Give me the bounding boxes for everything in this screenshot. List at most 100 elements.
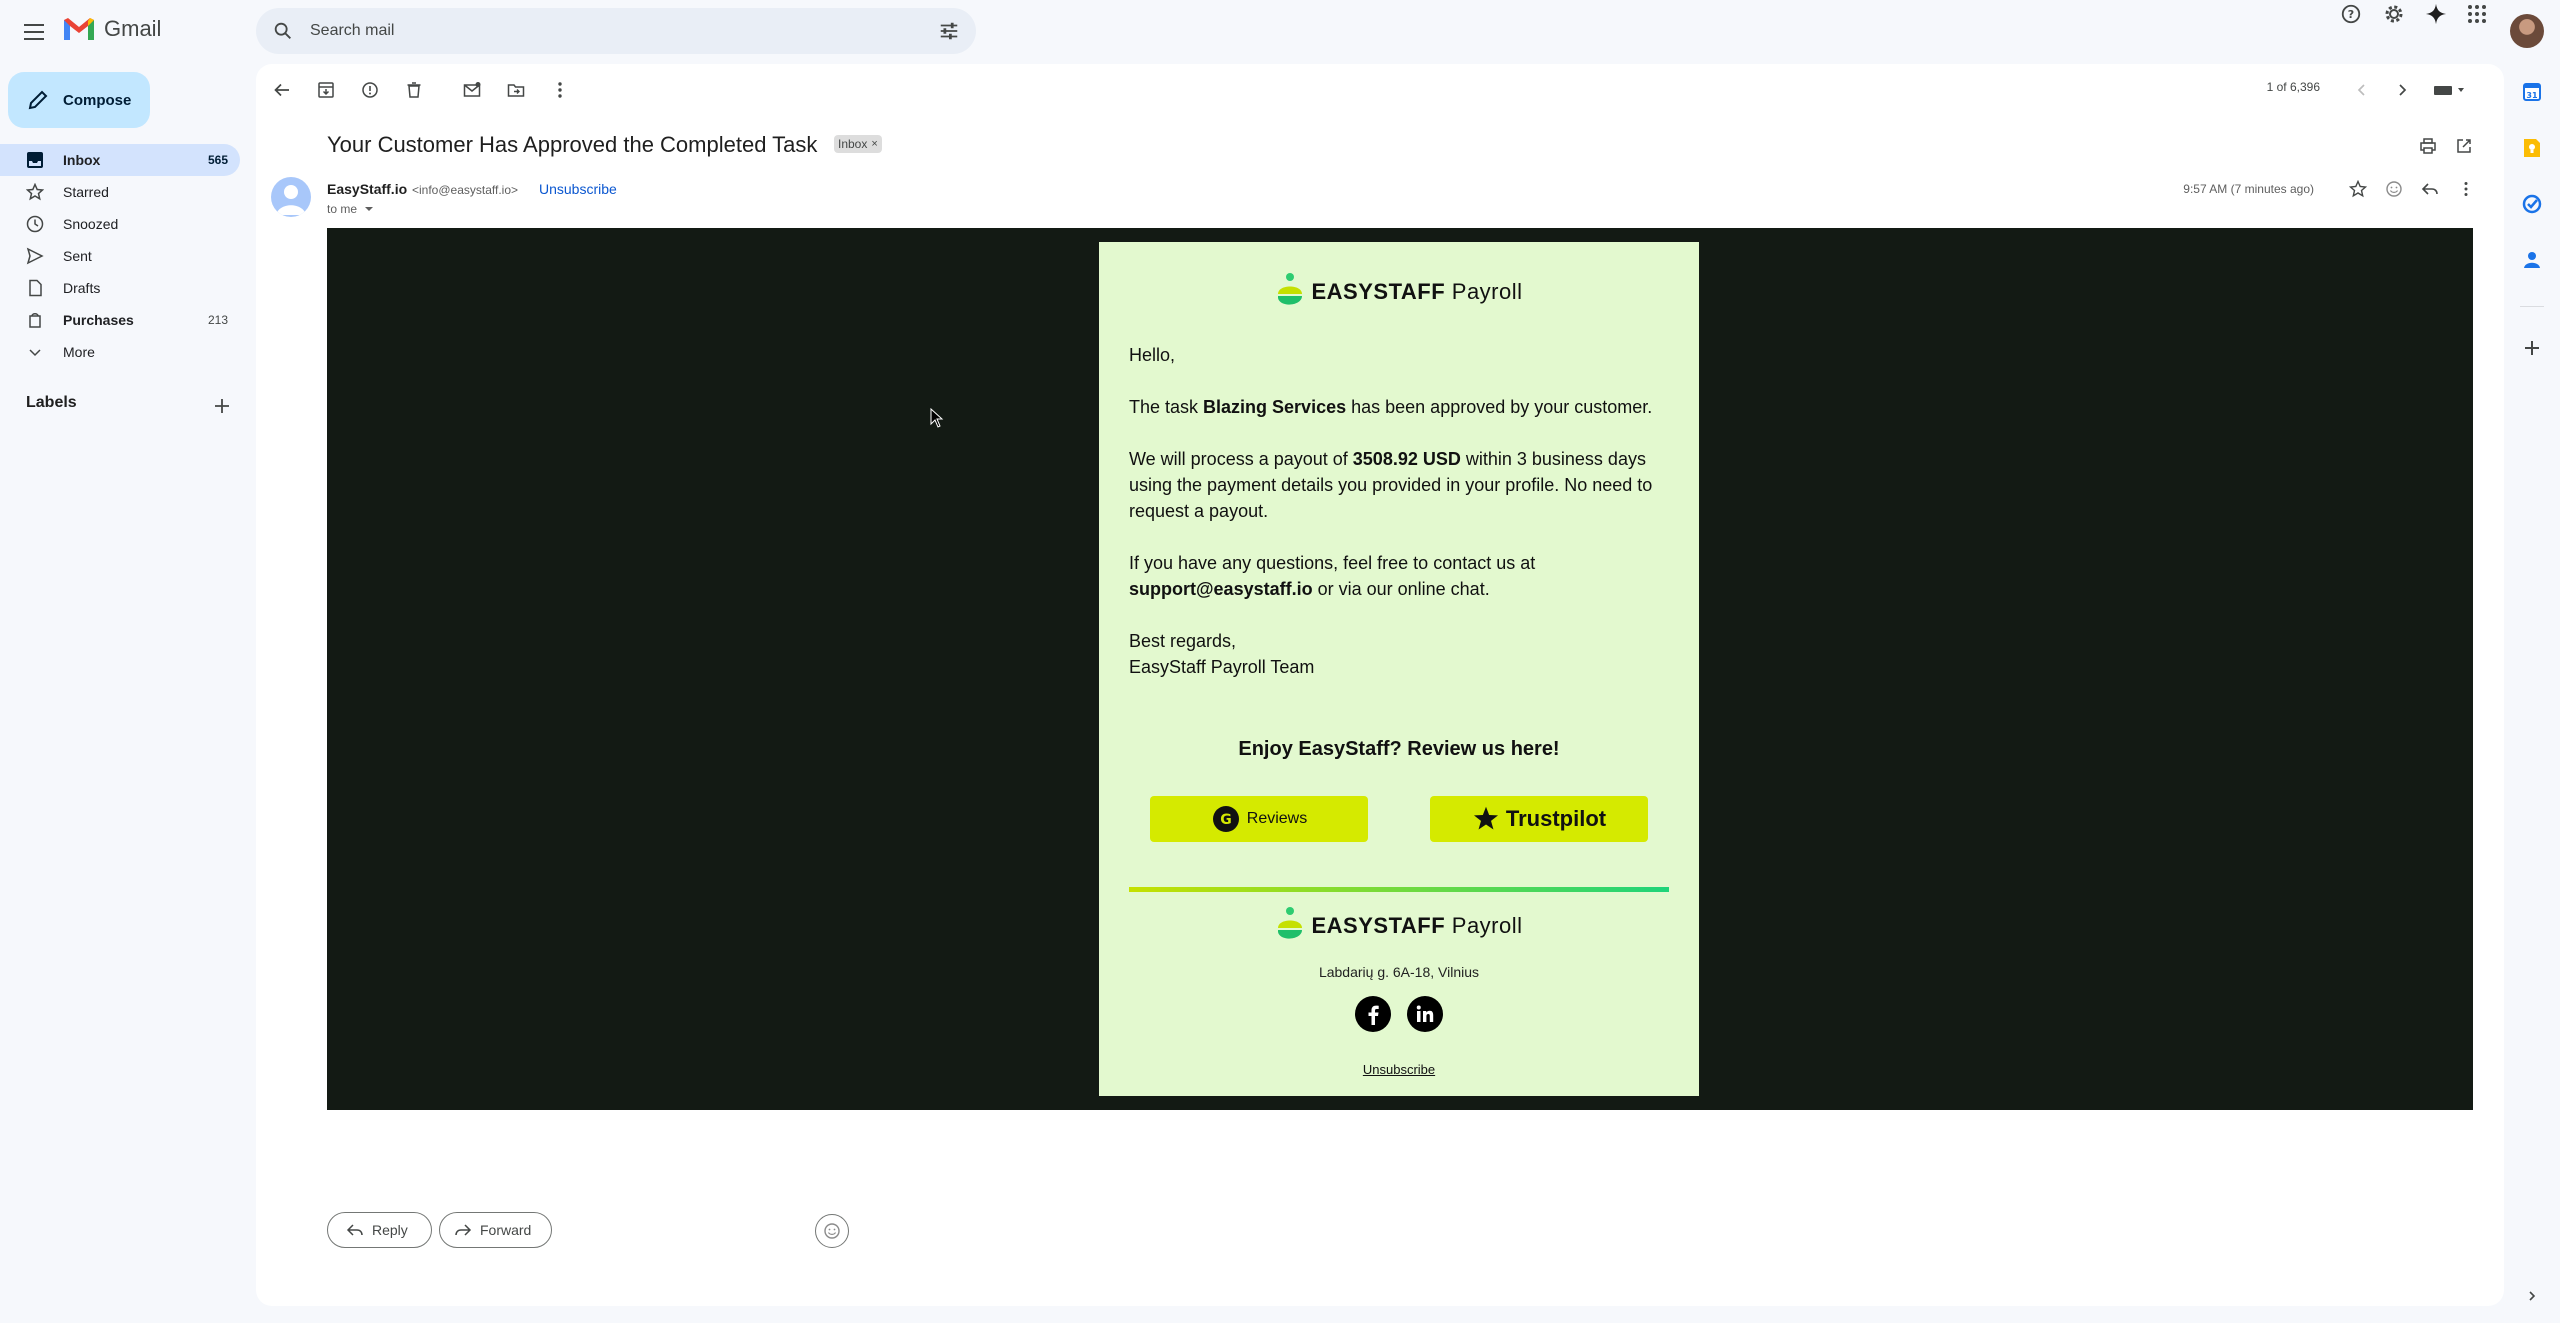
inbox-label-chip[interactable]: Inbox × [834, 135, 882, 153]
signature: EasyStaff Payroll Team [1129, 657, 1315, 677]
sidebar-item-label: Snoozed [63, 216, 119, 232]
top-bar: Gmail Search mail ? [0, 0, 2560, 64]
app-name: Gmail [104, 16, 162, 41]
sender-name[interactable]: EasyStaff.io [327, 181, 407, 197]
contact-paragraph: If you have any questions, feel free to … [1129, 550, 1674, 602]
linkedin-icon[interactable] [1407, 996, 1443, 1032]
support-email[interactable]: support@easystaff.io [1129, 579, 1313, 599]
search-input[interactable]: Search mail [310, 22, 394, 40]
reply-icon [346, 1224, 363, 1236]
apps-grid-icon[interactable] [2463, 0, 2491, 28]
newer-chevron-left-icon[interactable] [2350, 78, 2374, 102]
sidebar-item-sent[interactable]: Sent [0, 240, 240, 272]
sidebar-item-label: Starred [63, 184, 109, 200]
text: has been approved by your customer. [1346, 397, 1653, 417]
get-addons-plus-icon[interactable] [2520, 336, 2544, 360]
contacts-app-icon[interactable] [2520, 248, 2544, 272]
g2-reviews-button[interactable]: G Reviews [1150, 796, 1368, 842]
labels-heading: Labels [26, 394, 77, 411]
caret-down-icon [365, 207, 374, 211]
recipients-dropdown[interactable]: to me [327, 202, 374, 216]
search-options-icon[interactable] [938, 20, 960, 42]
sidebar-item-snoozed[interactable]: Snoozed [0, 208, 240, 240]
tasks-app-icon[interactable] [2520, 192, 2544, 216]
trustpilot-button[interactable]: Trustpilot [1430, 796, 1648, 842]
email-subject: Your Customer Has Approved the Completed… [327, 132, 818, 157]
compose-button[interactable]: Compose [8, 72, 150, 128]
easystaff-mark-icon [1278, 273, 1303, 305]
search-bar[interactable]: Search mail [256, 8, 976, 54]
forward-button[interactable]: Forward [439, 1212, 552, 1248]
sidebar-nav: Inbox 565 Starred Snoozed Sent Drafts Pu… [0, 144, 240, 368]
help-icon[interactable]: ? [2337, 0, 2365, 28]
older-chevron-right-icon[interactable] [2390, 78, 2414, 102]
report-spam-icon[interactable] [358, 78, 382, 102]
star-toggle-icon[interactable] [2346, 177, 2370, 201]
sidebar-item-purchases[interactable]: Purchases 213 [0, 304, 240, 336]
sidebar-item-label: Purchases [63, 312, 134, 328]
draft-icon [29, 279, 42, 297]
calendar-app-icon[interactable]: 31 [2520, 80, 2544, 104]
mark-unread-icon[interactable] [460, 78, 484, 102]
input-tools-keyboard-icon[interactable] [2432, 78, 2468, 102]
print-icon[interactable] [2416, 134, 2440, 158]
sidebar-item-label: More [63, 344, 95, 360]
approval-paragraph: The task Blazing Services has been appro… [1129, 394, 1674, 420]
search-icon[interactable] [272, 20, 294, 42]
brand-name: EASYSTAFF [1311, 279, 1446, 304]
brand-name: EASYSTAFF [1311, 913, 1446, 938]
trustpilot-star-icon [1473, 806, 1498, 830]
task-name: Blazing Services [1203, 397, 1347, 417]
text: If you have any questions, feel free to … [1129, 553, 1536, 573]
forward-label: Forward [480, 1222, 532, 1238]
smiley-icon [824, 1223, 840, 1239]
trustpilot-label: Trustpilot [1505, 806, 1607, 831]
archive-icon[interactable] [314, 78, 338, 102]
gemini-sparkle-icon[interactable] [2422, 0, 2450, 28]
settings-gear-icon[interactable] [2380, 0, 2408, 28]
easystaff-logo: EASYSTAFF Payroll [1099, 272, 1699, 312]
sender-email: <info@easystaff.io> [412, 183, 519, 197]
text: or via our online chat. [1312, 579, 1490, 599]
open-new-window-icon[interactable] [2452, 134, 2476, 158]
send-icon [26, 247, 44, 265]
brand-suffix: Payroll [1451, 913, 1523, 938]
easystaff-mark-icon [1278, 907, 1303, 939]
g2-logo-icon: G [1212, 806, 1239, 832]
recipients-label: to me [327, 202, 358, 216]
show-side-panel-chevron-icon[interactable] [2520, 1284, 2544, 1308]
back-arrow-icon[interactable] [270, 78, 294, 102]
unread-count: 213 [207, 313, 228, 327]
sidebar-item-label: Drafts [63, 280, 101, 296]
footer-unsubscribe-link[interactable]: Unsubscribe [1099, 1062, 1699, 1077]
sidebar-item-drafts[interactable]: Drafts [0, 272, 240, 304]
svg-text:G: G [1220, 812, 1232, 828]
sender-avatar[interactable] [271, 177, 311, 217]
main-menu-icon[interactable] [20, 18, 48, 46]
keep-app-icon[interactable] [2520, 136, 2544, 160]
sidebar-item-more[interactable]: More [0, 336, 240, 368]
delete-trash-icon[interactable] [402, 78, 426, 102]
move-to-icon[interactable] [504, 78, 528, 102]
pencil-icon [28, 90, 48, 110]
emoji-reaction-button[interactable] [815, 1214, 849, 1248]
account-avatar[interactable] [2510, 14, 2544, 48]
unsubscribe-link[interactable]: Unsubscribe [539, 181, 617, 197]
side-panel-divider [2520, 306, 2544, 307]
sidebar-item-label: Inbox [63, 152, 101, 168]
add-label-plus-icon[interactable] [212, 396, 232, 416]
emoji-react-icon[interactable] [2382, 177, 2406, 201]
message-more-vert-icon[interactable] [2454, 177, 2478, 201]
reply-arrow-icon[interactable] [2418, 177, 2442, 201]
sidebar-item-starred[interactable]: Starred [0, 176, 240, 208]
gmail-logo[interactable]: Gmail [62, 16, 161, 42]
g2-label: Reviews [1246, 810, 1308, 827]
footer-easystaff-logo: EASYSTAFF Payroll [1099, 906, 1699, 946]
text: We will process a payout of [1129, 449, 1353, 469]
compose-label: Compose [63, 91, 132, 109]
reply-button[interactable]: Reply [327, 1212, 432, 1248]
sidebar-item-inbox[interactable]: Inbox 565 [0, 144, 240, 176]
more-vert-icon[interactable] [548, 78, 572, 102]
facebook-icon[interactable] [1355, 996, 1391, 1032]
remove-label-close-icon[interactable]: × [871, 138, 877, 150]
